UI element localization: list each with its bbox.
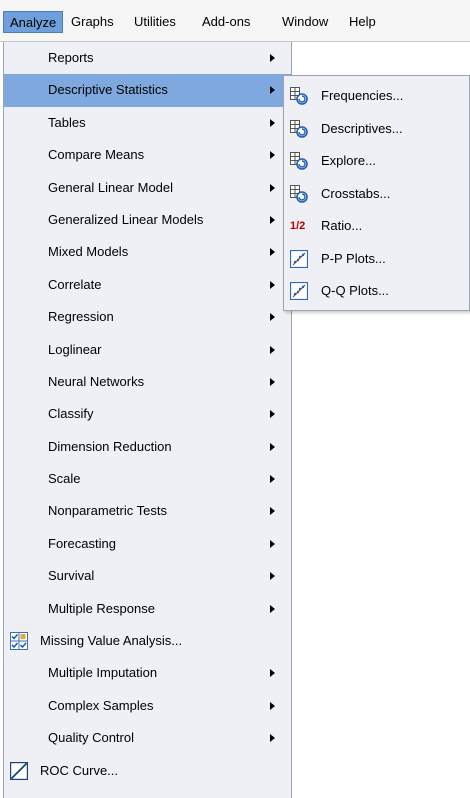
submenu-item-crosstabs[interactable]: Crosstabs... [284, 178, 469, 211]
analyze-dropdown-menu: Reports Descriptive Statistics Tables Co… [3, 42, 292, 798]
ratio-icon: 1/2 [290, 220, 306, 232]
explore-icon [290, 152, 308, 170]
submenu-arrow-icon [270, 345, 275, 354]
menu-item-survival[interactable]: Survival [4, 560, 291, 592]
menu-item-roc-curve[interactable]: ROC Curve... [4, 755, 291, 787]
menu-item-label: Nonparametric Tests [48, 503, 167, 519]
menu-item-label: Compare Means [48, 147, 145, 163]
submenu-arrow-icon [270, 572, 275, 581]
submenu-arrow-icon [270, 734, 275, 743]
menu-window[interactable]: Window [276, 11, 334, 33]
menu-item-label: Reports [48, 50, 94, 65]
menu-item-descriptive-statistics[interactable]: Descriptive Statistics [4, 74, 291, 107]
menu-item-label: Survival [48, 568, 95, 584]
submenu-arrow-icon [270, 669, 275, 678]
pp-plots-icon [290, 249, 308, 268]
menu-item-label: Correlate [48, 276, 102, 292]
submenu-arrow-icon [270, 475, 275, 484]
menu-item-label: Multiple Imputation [48, 665, 158, 681]
menu-item-label: Missing Value Analysis... [40, 633, 183, 649]
menu-item-label: General Linear Model [48, 179, 174, 195]
menu-item-label: Mixed Models [48, 244, 129, 260]
menu-item-label: Quality Control [48, 730, 134, 746]
submenu-item-ratio[interactable]: 1/2 Ratio... [284, 210, 469, 243]
menu-item-label: ROC Curve... [40, 762, 119, 778]
menu-item-generalized-linear-models[interactable]: Generalized Linear Models [4, 204, 291, 236]
submenu-arrow-icon [270, 313, 275, 322]
submenu-arrow-icon [270, 377, 275, 386]
menu-item-multiple-response[interactable]: Multiple Response [4, 593, 291, 625]
menu-item-label: Descriptive Statistics [48, 82, 168, 98]
submenu-item-label: Crosstabs... [321, 185, 391, 201]
menu-item-regression[interactable]: Regression [4, 301, 291, 333]
menu-item-tables[interactable]: Tables [4, 107, 291, 139]
menu-item-multiple-imputation[interactable]: Multiple Imputation [4, 657, 291, 689]
roc-curve-icon [10, 761, 28, 780]
menu-item-compare-means[interactable]: Compare Means [4, 139, 291, 171]
submenu-arrow-icon [270, 507, 275, 516]
menu-item-nonparametric-tests[interactable]: Nonparametric Tests [4, 495, 291, 527]
submenu-arrow-icon [270, 539, 275, 548]
frequencies-icon [290, 87, 308, 105]
menu-item-label: Forecasting [48, 535, 116, 551]
menu-item-dimension-reduction[interactable]: Dimension Reduction [4, 431, 291, 463]
submenu-item-label: Descriptives... [321, 120, 403, 136]
submenu-item-frequencies[interactable]: Frequencies... [284, 80, 469, 113]
submenu-item-pp-plots[interactable]: P-P Plots... [284, 243, 469, 276]
menu-item-label: Generalized Linear Models [48, 211, 204, 227]
menu-item-complex-samples[interactable]: Complex Samples [4, 690, 291, 722]
submenu-item-label: P-P Plots... [321, 250, 386, 266]
menu-item-quality-control[interactable]: Quality Control [4, 722, 291, 754]
submenu-item-label: Explore... [321, 153, 376, 168]
menu-item-label: Multiple Response [48, 600, 155, 616]
submenu-arrow-icon [270, 701, 275, 710]
descriptive-statistics-submenu: Frequencies... Descriptives... Explore..… [283, 75, 470, 311]
submenu-item-qq-plots[interactable]: Q-Q Plots... [284, 275, 469, 308]
menu-item-classify[interactable]: Classify [4, 398, 291, 430]
menu-bar: Analyze Graphs Utilities Add-ons Window … [0, 0, 470, 42]
submenu-arrow-icon [270, 442, 275, 451]
submenu-arrow-icon [270, 183, 275, 192]
menu-analyze[interactable]: Analyze [3, 11, 64, 33]
submenu-arrow-icon [270, 118, 275, 127]
menu-item-label: Dimension Reduction [48, 438, 172, 454]
submenu-item-label: Q-Q Plots... [321, 283, 389, 298]
menu-item-reports[interactable]: Reports [4, 42, 291, 74]
menu-item-neural-networks[interactable]: Neural Networks [4, 366, 291, 398]
menu-item-loglinear[interactable]: Loglinear [4, 334, 291, 366]
submenu-arrow-icon [270, 54, 275, 62]
menu-add-ons[interactable]: Add-ons [196, 11, 256, 33]
descriptives-icon [290, 119, 308, 138]
submenu-arrow-icon [270, 151, 275, 160]
menu-item-label: Regression [48, 309, 114, 325]
menu-item-forecasting[interactable]: Forecasting [4, 528, 291, 560]
menu-item-missing-value-analysis[interactable]: Missing Value Analysis... [4, 625, 291, 657]
menu-item-label: Loglinear [48, 341, 102, 357]
submenu-item-descriptives[interactable]: Descriptives... [284, 113, 469, 146]
menu-item-mixed-models[interactable]: Mixed Models [4, 236, 291, 268]
menu-item-label: Scale [48, 471, 81, 487]
submenu-item-label: Ratio... [321, 218, 363, 233]
menu-item-label: Complex Samples [48, 697, 154, 713]
submenu-arrow-icon [270, 604, 275, 613]
menu-graphs[interactable]: Graphs [65, 11, 120, 33]
menu-utilities[interactable]: Utilities [128, 11, 182, 33]
menu-item-correlate[interactable]: Correlate [4, 269, 291, 301]
menu-item-scale[interactable]: Scale [4, 463, 291, 495]
submenu-arrow-icon [270, 215, 275, 224]
menu-item-label: Classify [48, 406, 94, 422]
menu-item-general-linear-model[interactable]: General Linear Model [4, 172, 291, 204]
crosstabs-icon [290, 184, 308, 203]
submenu-item-label: Frequencies... [321, 88, 404, 103]
submenu-arrow-icon [270, 248, 275, 257]
qq-plots-icon [290, 282, 308, 300]
submenu-item-explore[interactable]: Explore... [284, 145, 469, 178]
menu-help[interactable]: Help [343, 11, 382, 33]
menu-item-label: Tables [48, 114, 86, 130]
missing-value-icon [10, 632, 28, 651]
submenu-arrow-icon [270, 280, 275, 289]
menu-item-label: Neural Networks [48, 373, 145, 389]
submenu-arrow-icon [270, 86, 275, 95]
submenu-arrow-icon [270, 410, 275, 419]
